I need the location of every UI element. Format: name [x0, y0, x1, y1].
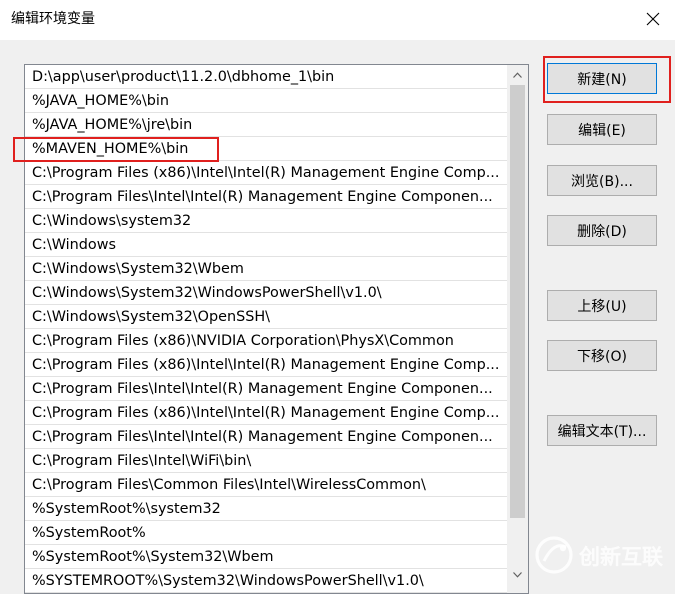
list-item[interactable]: C:\Windows\system32 [25, 209, 507, 233]
list-item-text: %SystemRoot%\System32\Wbem [32, 549, 274, 565]
chevron-up-icon [513, 72, 522, 78]
list-item[interactable]: C:\Windows [25, 233, 507, 257]
title-bar: 编辑环境变量 [0, 0, 675, 40]
list-item-text: C:\Program Files\Common Files\Intel\Wire… [32, 477, 426, 493]
list-item[interactable]: C:\Program Files\Intel\WiFi\bin\ [25, 449, 507, 473]
list-item[interactable]: C:\Windows\System32\Wbem [25, 257, 507, 281]
list-item-text: C:\Windows [32, 237, 116, 253]
close-icon [646, 12, 660, 26]
list-item-text: %JAVA_HOME%\bin [32, 93, 169, 109]
list-item-text: %SystemRoot% [32, 525, 146, 541]
browse-button[interactable]: 浏览(B)... [547, 165, 657, 196]
vertical-scrollbar[interactable] [507, 65, 528, 593]
list-item-text: %SystemRoot%\system32 [32, 501, 221, 517]
list-item[interactable]: C:\Program Files (x86)\Intel\Intel(R) Ma… [25, 353, 507, 377]
close-button[interactable] [631, 0, 675, 38]
scroll-down-button[interactable] [507, 565, 528, 585]
edit-button[interactable]: 编辑(E) [547, 114, 657, 145]
list-item[interactable]: C:\Program Files\Common Files\Intel\Wire… [25, 473, 507, 497]
list-item[interactable]: C:\Program Files (x86)\NVIDIA Corporatio… [25, 329, 507, 353]
list-item[interactable]: C:\Windows\System32\WindowsPowerShell\v1… [25, 281, 507, 305]
list-item[interactable]: C:\Windows\System32\OpenSSH\ [25, 305, 507, 329]
list-item-text: C:\Program Files (x86)\NVIDIA Corporatio… [32, 333, 454, 349]
list-item-text: C:\Program Files (x86)\Intel\Intel(R) Ma… [32, 357, 500, 373]
list-item[interactable]: C:\Program Files (x86)\Intel\Intel(R) Ma… [25, 161, 507, 185]
list-item[interactable]: C:\Program Files (x86)\Intel\Intel(R) Ma… [25, 401, 507, 425]
watermark: 创新互联 [530, 531, 672, 579]
list-item-text: D:\app\user\product\11.2.0\dbhome_1\bin [32, 69, 335, 85]
list-item-text: C:\Program Files\Intel\Intel(R) Manageme… [32, 189, 493, 205]
watermark-logo-icon: 创新互联 [535, 536, 663, 574]
list-item-text: C:\Windows\System32\Wbem [32, 261, 244, 277]
list-item-text: %JAVA_HOME%\jre\bin [32, 117, 193, 133]
list-item[interactable]: %JAVA_HOME%\jre\bin [25, 113, 507, 137]
list-item[interactable]: %JAVA_HOME%\bin [25, 89, 507, 113]
list-item-text: C:\Windows\System32\WindowsPowerShell\v1… [32, 285, 382, 301]
list-item-text: %SYSTEMROOT%\System32\WindowsPowerShell\… [32, 573, 424, 589]
list-item[interactable]: %SystemRoot% [25, 521, 507, 545]
list-item[interactable]: %SYSTEMROOT%\System32\WindowsPowerShell\… [25, 569, 507, 593]
chevron-down-icon [513, 572, 522, 578]
list-item-text: C:\Program Files\Intel\Intel(R) Manageme… [32, 429, 493, 445]
list-item[interactable]: C:\Program Files\Intel\Intel(R) Manageme… [25, 425, 507, 449]
list-item[interactable]: C:\Program Files\Intel\Intel(R) Manageme… [25, 185, 507, 209]
list-item[interactable]: %MAVEN_HOME%\bin [25, 137, 507, 161]
move-up-button[interactable]: 上移(U) [547, 290, 657, 321]
move-down-button[interactable]: 下移(O) [547, 340, 657, 371]
scroll-thumb[interactable] [510, 85, 525, 518]
svg-text:创新互联: 创新互联 [578, 545, 663, 569]
list-item-text: %MAVEN_HOME%\bin [32, 141, 189, 157]
list-item-text: C:\Program Files\Intel\Intel(R) Manageme… [32, 381, 493, 397]
window-title: 编辑环境变量 [11, 11, 95, 27]
list-item[interactable]: D:\app\user\product\11.2.0\dbhome_1\bin [25, 65, 507, 89]
list-item-text: C:\Windows\System32\OpenSSH\ [32, 309, 271, 325]
new-button[interactable]: 新建(N) [547, 63, 657, 94]
list-item[interactable]: C:\Program Files\Intel\Intel(R) Manageme… [25, 377, 507, 401]
list-item-text: C:\Program Files (x86)\Intel\Intel(R) Ma… [32, 405, 500, 421]
list-item[interactable]: %SystemRoot%\System32\Wbem [25, 545, 507, 569]
path-listbox[interactable]: D:\app\user\product\11.2.0\dbhome_1\bin … [24, 64, 529, 594]
scroll-up-button[interactable] [507, 65, 528, 85]
list-item-text: C:\Program Files (x86)\Intel\Intel(R) Ma… [32, 165, 500, 181]
delete-button[interactable]: 删除(D) [547, 215, 657, 246]
list-item-text: C:\Program Files\Intel\WiFi\bin\ [32, 453, 252, 469]
list-item-text: C:\Windows\system32 [32, 213, 192, 229]
list-item[interactable]: %SystemRoot%\system32 [25, 497, 507, 521]
path-list: D:\app\user\product\11.2.0\dbhome_1\bin … [25, 65, 507, 593]
edit-text-button[interactable]: 编辑文本(T)... [547, 415, 657, 446]
